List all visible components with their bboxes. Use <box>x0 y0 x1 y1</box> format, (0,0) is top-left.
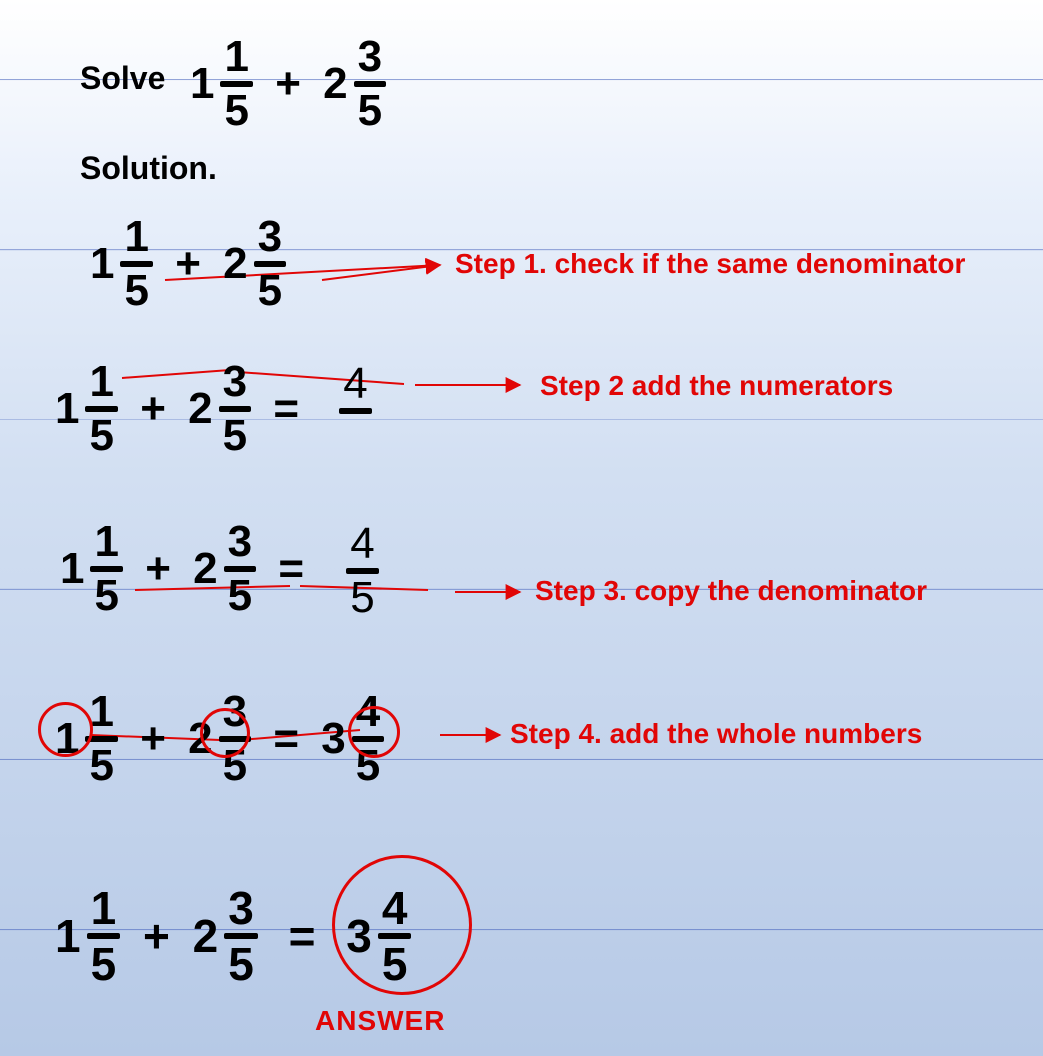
b-fraction: 3 5 <box>354 35 386 133</box>
step3-text: Step 3. copy the denominator <box>535 575 927 607</box>
step4-text: Step 4. add the whole numbers <box>510 718 922 750</box>
s3-plus: + <box>145 544 171 593</box>
s3-a-num: 1 <box>90 520 122 564</box>
ans-num: 4 <box>378 885 412 931</box>
mixed-a: 1 1 5 <box>190 35 253 133</box>
ans-b-den: 5 <box>224 941 258 987</box>
s3-equals: = <box>278 544 304 593</box>
a-fraction: 1 5 <box>220 35 252 133</box>
s1-b-num: 3 <box>254 215 286 259</box>
s2-a-whole: 1 <box>55 384 79 434</box>
s3-result-den: 5 <box>346 576 378 620</box>
problem-expression: 1 1 5 + 2 3 5 <box>190 35 386 133</box>
plus-operator: + <box>275 59 301 108</box>
s2-result-num: 4 <box>339 362 371 406</box>
s4-result-num: 4 <box>352 690 384 734</box>
step2-text: Step 2 add the numerators <box>540 370 893 402</box>
a-whole: 1 <box>190 59 214 109</box>
s1-a-den: 5 <box>120 269 152 313</box>
s2-b-whole: 2 <box>188 384 212 434</box>
s1-a-num: 1 <box>120 215 152 259</box>
s4-a-whole: 1 <box>55 714 79 764</box>
answer-label: ANSWER <box>315 1005 445 1037</box>
s4-b-whole: 2 <box>188 714 212 764</box>
mixed-b: 2 3 5 <box>323 35 386 133</box>
s3-a-whole: 1 <box>60 544 84 594</box>
ans-a-num: 1 <box>87 885 121 931</box>
s3-a-den: 5 <box>90 574 122 618</box>
s1-b-whole: 2 <box>223 239 247 289</box>
s1-mixed-a: 1 1 5 <box>90 215 153 313</box>
s3-b-whole: 2 <box>193 544 217 594</box>
b-denominator: 5 <box>354 89 386 133</box>
a-numerator: 1 <box>220 35 252 79</box>
s4-result-whole: 3 <box>321 714 345 764</box>
s4-a-den: 5 <box>85 744 117 788</box>
ans-plus: + <box>143 910 170 962</box>
solve-label: Solve <box>80 60 165 97</box>
ans-b-num: 3 <box>224 885 258 931</box>
step1-expression: 1 1 5 + 2 3 5 <box>90 215 286 313</box>
s3-b-num: 3 <box>224 520 256 564</box>
ans-equals: = <box>289 910 316 962</box>
answer-expression: 1 1 5 + 2 3 5 = 3 4 5 <box>55 885 411 987</box>
s4-b-den: 5 <box>219 744 251 788</box>
s2-a-num: 1 <box>85 360 117 404</box>
ans-den: 5 <box>378 941 412 987</box>
s4-equals: = <box>273 714 299 763</box>
solution-label: Solution. <box>80 150 217 187</box>
s1-plus: + <box>175 239 201 288</box>
b-numerator: 3 <box>354 35 386 79</box>
s2-b-den: 5 <box>219 414 251 458</box>
step3-expression: 1 1 5 + 2 3 5 = 4 5 <box>60 520 379 620</box>
step4-expression: 1 1 5 + 2 3 5 = 3 4 5 <box>55 690 384 788</box>
ans-whole: 3 <box>346 909 372 963</box>
s4-a-num: 1 <box>85 690 117 734</box>
s1-mixed-b: 2 3 5 <box>223 215 286 313</box>
ans-a-den: 5 <box>87 941 121 987</box>
ans-b-whole: 2 <box>193 909 219 963</box>
step1-text: Step 1. check if the same denominator <box>455 248 965 280</box>
s2-equals: = <box>273 384 299 433</box>
b-whole: 2 <box>323 59 347 109</box>
s4-plus: + <box>140 714 166 763</box>
s4-b-num: 3 <box>219 690 251 734</box>
fraction-bar-icon <box>339 408 371 414</box>
s4-result-den: 5 <box>352 744 384 788</box>
s2-plus: + <box>140 384 166 433</box>
s1-b-den: 5 <box>254 269 286 313</box>
a-denominator: 5 <box>220 89 252 133</box>
s3-b-den: 5 <box>224 574 256 618</box>
s1-a-whole: 1 <box>90 239 114 289</box>
s2-b-num: 3 <box>219 360 251 404</box>
step2-expression: 1 1 5 + 2 3 5 = 4 0 <box>55 360 372 460</box>
s2-a-den: 5 <box>85 414 117 458</box>
ans-a-whole: 1 <box>55 909 81 963</box>
s3-result-num: 4 <box>346 522 378 566</box>
